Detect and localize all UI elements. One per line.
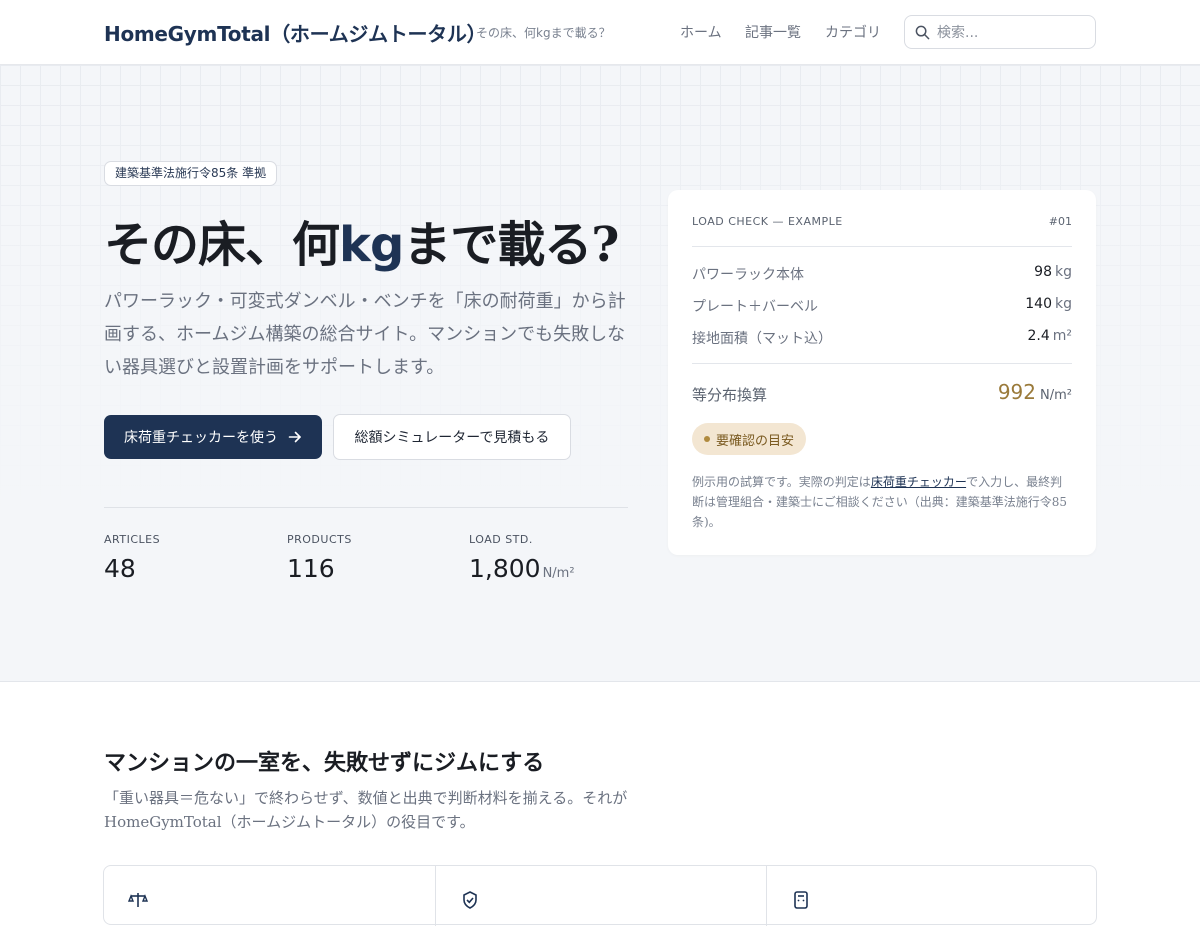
stat-label-articles: ARTICLES [104, 533, 161, 546]
arrow-right-icon [288, 431, 301, 443]
nav-home[interactable]: ホーム [680, 22, 722, 42]
nav-categories[interactable]: カテゴリ [825, 22, 881, 42]
hero-lead: パワーラック・可変式ダンベル・ベンチを「床の耐荷重」から計画する、ホームジム構築… [104, 291, 626, 378]
card-note: 例示用の試算です。実際の判定は床荷重チェッカーで入力し、最終判断は管理組合・建築… [692, 475, 1068, 529]
stat-label-products: PRODUCTS [287, 533, 352, 546]
headline-accent: kg [339, 217, 404, 273]
hero-divider [104, 507, 628, 508]
section-title: マンションの一室を、失敗せずにジムにする [104, 750, 545, 776]
regulation-badge: 建築基準法施行令85条 準拠 [104, 161, 278, 186]
search-input[interactable] [937, 22, 1087, 44]
search-icon [915, 25, 930, 40]
row-value-area: 2.4 m² [1027, 328, 1072, 344]
total-label: 等分布換算 [692, 386, 768, 404]
nav-articles[interactable]: 記事一覧 [745, 22, 801, 42]
total-value: 992 N/m² [997, 380, 1072, 404]
stat-value-articles: 48 [104, 554, 136, 583]
site-tagline: その床、何kgまで載る？ [476, 26, 611, 40]
site-header: HomeGymTotal（ホームジムトータル） その床、何kgまで載る？ ホーム… [0, 0, 1200, 65]
site-logo[interactable]: HomeGymTotal（ホームジムトータル） [104, 18, 487, 47]
feature-card [104, 866, 435, 926]
hero-headline: その床、何kgまで載る? [104, 217, 619, 273]
floor-load-checker-link[interactable]: 床荷重チェッカー [871, 475, 966, 489]
row-label-plates: プレート＋バーベル [692, 299, 818, 315]
card-number: #01 [1048, 215, 1072, 228]
shield-check-icon [463, 891, 477, 909]
row-label-area: 接地面積（マット込） [692, 331, 832, 347]
hero-section: 建築基準法施行令85条 準拠 その床、何kgまで載る? パワーラック・可変式ダン… [0, 65, 1200, 682]
search-box[interactable] [904, 15, 1096, 49]
calculator-icon [794, 891, 808, 909]
feature-grid [103, 865, 1097, 926]
floor-load-checker-button[interactable]: 床荷重チェッカーを使う [104, 415, 322, 459]
section-description: 「重い器具＝危ない」で終わらせず、数値と出典で判断材料を揃える。それがHomeG… [104, 789, 628, 831]
status-badge: 要確認の目安 [692, 423, 807, 455]
status-dot-icon [704, 436, 710, 442]
stat-value-products: 116 [287, 554, 335, 583]
feature-card [766, 866, 1097, 926]
feature-card [435, 866, 766, 926]
load-check-card: LOAD CHECK — EXAMPLE #01 パワーラック本体 98 kg プ… [668, 190, 1096, 555]
stat-label-load-std: LOAD STD. [469, 533, 533, 546]
row-value-plates: 140 kg [1025, 296, 1072, 312]
cost-simulator-button[interactable]: 総額シミュレーターで見積もる [333, 414, 571, 460]
row-label-rack: パワーラック本体 [692, 267, 804, 283]
row-value-rack: 98 kg [1034, 264, 1072, 280]
stat-value-load-std: 1,800 N/m² [469, 554, 575, 583]
card-title: LOAD CHECK — EXAMPLE [692, 215, 843, 228]
scale-icon [128, 893, 148, 907]
